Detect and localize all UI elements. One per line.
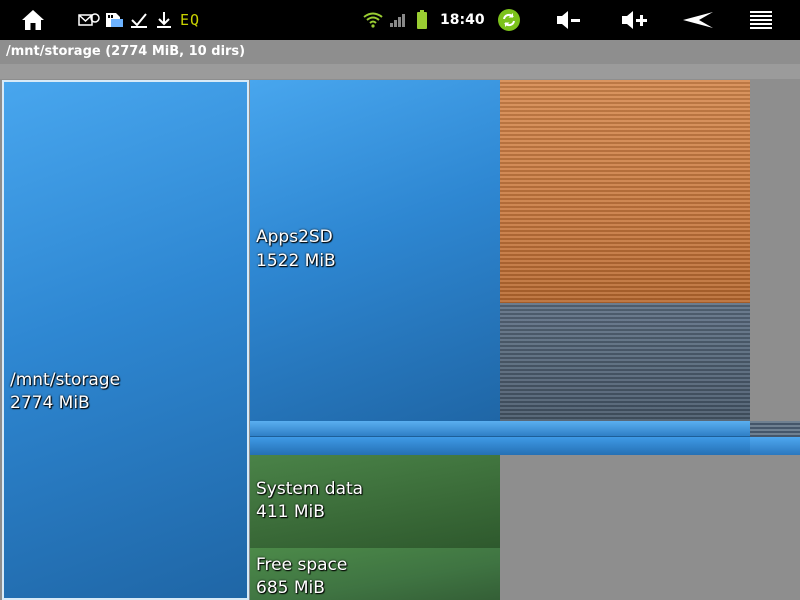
sd-card-icon — [103, 0, 125, 40]
download-icon — [153, 0, 175, 40]
treemap-tile-free-space[interactable]: Free space 685 MiB — [250, 548, 500, 600]
home-icon[interactable] — [18, 0, 48, 40]
tile-root-name: /mnt/storage — [10, 370, 121, 390]
equalizer-notification: EQ — [179, 11, 201, 29]
wifi-icon — [362, 0, 384, 40]
treemap-tile-small-dir-a[interactable] — [250, 421, 750, 437]
mail-icon — [78, 0, 100, 40]
download-done-icon — [128, 0, 150, 40]
tile-apps2sd-name: Apps2SD — [256, 227, 333, 247]
treemap-tile-file-slate[interactable] — [500, 303, 750, 421]
tile-system-size: 411 MiB — [256, 502, 325, 522]
treemap-tile-root[interactable]: /mnt/storage 2774 MiB — [2, 80, 249, 600]
treemap-tile-small-dir-d[interactable] — [750, 437, 800, 455]
signal-icon — [388, 0, 408, 40]
tile-free-name: Free space — [256, 555, 348, 575]
tile-free-size: 685 MiB — [256, 578, 325, 598]
treemap-empty-area — [500, 455, 800, 600]
tile-apps2sd-size: 1522 MiB — [256, 251, 336, 271]
battery-icon — [414, 0, 430, 40]
treemap-tile-system-data[interactable]: System data 411 MiB — [250, 455, 500, 548]
treemap-tile-apps2sd[interactable]: Apps2SD 1522 MiB — [250, 80, 500, 421]
back-icon[interactable] — [680, 0, 716, 40]
treemap-tile-small-file-c[interactable] — [750, 421, 800, 437]
treemap-tile-small-dir-b[interactable] — [250, 437, 750, 455]
tile-system-name: System data — [256, 479, 364, 499]
volume-up-icon[interactable] — [618, 0, 650, 40]
treemap-tile-file-orange[interactable] — [500, 80, 750, 303]
volume-down-icon[interactable] — [553, 0, 583, 40]
sync-icon[interactable] — [494, 0, 524, 40]
clock: 18:40 — [440, 12, 485, 28]
path-header: /mnt/storage (2774 MiB, 10 dirs) — [0, 40, 800, 64]
menu-icon[interactable] — [746, 0, 776, 40]
header-divider — [0, 64, 800, 79]
status-bar: EQ 18:40 — [0, 0, 800, 40]
tile-root-size: 2774 MiB — [10, 393, 90, 413]
